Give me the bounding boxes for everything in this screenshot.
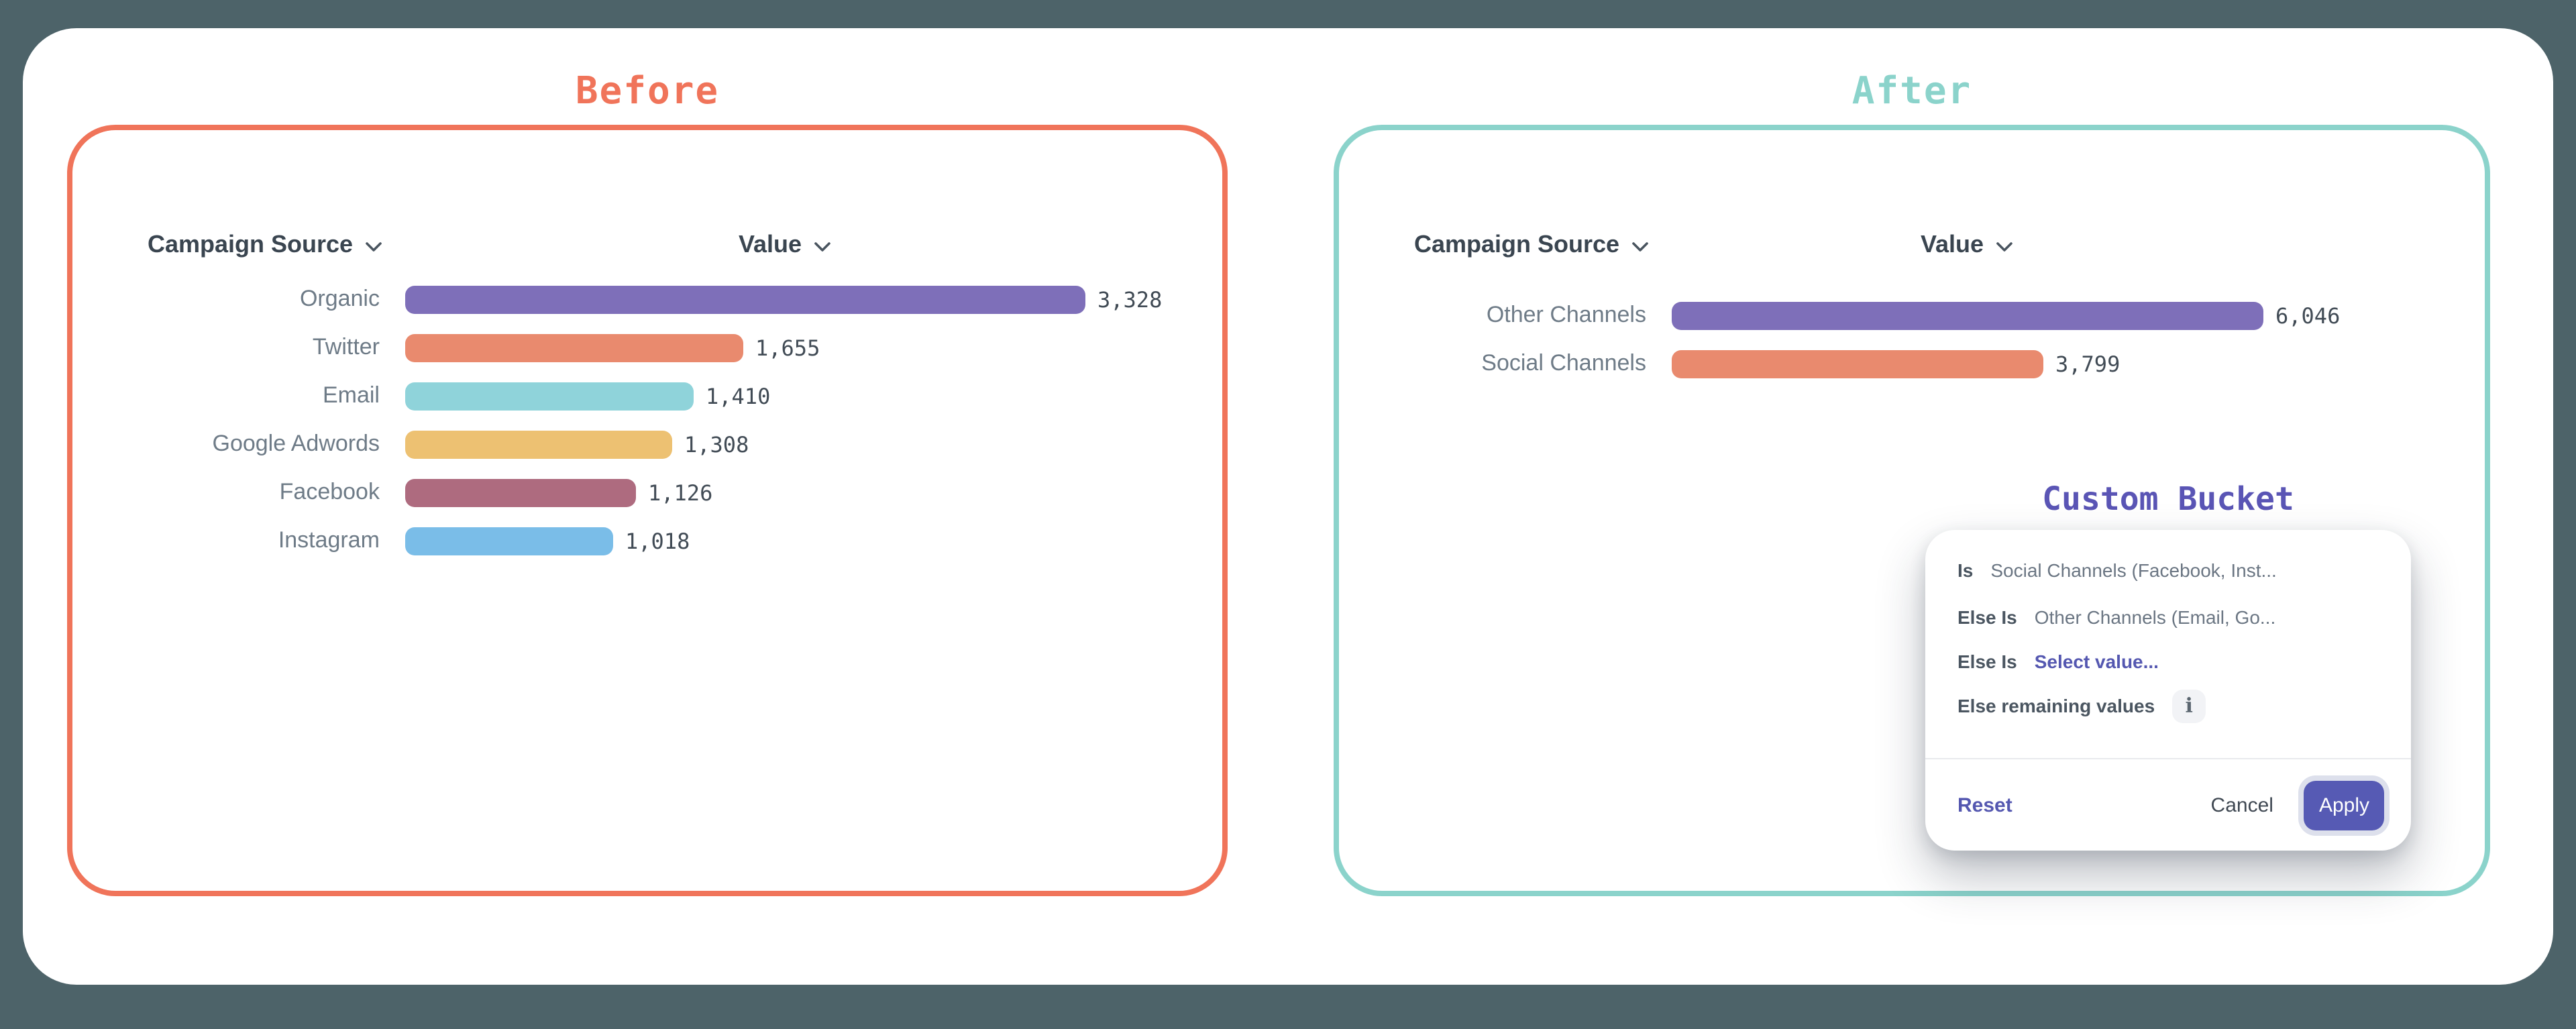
bar-value-twitter: 1,655 <box>755 335 820 360</box>
bar-organic[interactable] <box>405 285 1085 313</box>
comparison-card: Before After Campaign Source Value Organ… <box>23 28 2553 985</box>
custom-bucket-title: Custom Bucket <box>1925 480 2411 518</box>
bar-value-instagram: 1,018 <box>625 528 690 553</box>
row-label-facebook: Facebook <box>72 479 380 506</box>
apply-button[interactable]: Apply <box>2304 780 2384 830</box>
row-label-social-channels: Social Channels <box>1339 350 1646 377</box>
bar-social-channels[interactable] <box>1672 349 2043 378</box>
bucket-condition-row: Else Is Select value... <box>1957 645 2392 678</box>
row-label-other-channels: Other Channels <box>1339 302 1646 329</box>
bar-email[interactable] <box>405 382 694 410</box>
bar-facebook[interactable] <box>405 478 636 506</box>
bar-twitter[interactable] <box>405 333 743 362</box>
bar-area: 1,410 <box>405 382 770 410</box>
chevron-down-icon <box>814 241 831 252</box>
info-icon[interactable]: i <box>2172 689 2206 722</box>
bar-value-facebook: 1,126 <box>648 480 712 505</box>
row-label-twitter: Twitter <box>72 334 380 361</box>
row-label-email: Email <box>72 382 380 409</box>
table-row: Email 1,410 <box>72 372 1222 420</box>
custom-bucket-dialog: Is Social Channels (Facebook, Inst... El… <box>1925 530 2411 851</box>
bar-area: 1,126 <box>405 478 712 506</box>
condition-operator: Else Is <box>1957 651 2017 672</box>
after-measure-header[interactable]: Value <box>1921 231 2013 259</box>
bar-area: 1,655 <box>405 333 820 362</box>
bar-area: 3,799 <box>1672 349 2120 378</box>
bar-value-social-channels: 3,799 <box>2055 351 2120 376</box>
after-table-rows: Other Channels 6,046 Social Channels 3,799 <box>1339 291 2485 388</box>
condition-operator: Is <box>1957 559 1973 581</box>
before-measure-header[interactable]: Value <box>739 231 831 259</box>
table-row: Social Channels 3,799 <box>1339 339 2485 388</box>
condition-value[interactable]: Other Channels (Email, Go... <box>2035 606 2276 628</box>
after-title: After <box>1334 68 2490 113</box>
after-dimension-header-label: Campaign Source <box>1414 231 1619 259</box>
bar-value-organic: 3,328 <box>1097 286 1162 312</box>
before-title: Before <box>67 68 1228 113</box>
bar-area: 6,046 <box>1672 301 2340 329</box>
cancel-button[interactable]: Cancel <box>2211 794 2273 816</box>
bar-value-other-channels: 6,046 <box>2275 303 2340 328</box>
after-dimension-header[interactable]: Campaign Source <box>1414 231 1649 259</box>
stage: Before After Campaign Source Value Organ… <box>0 0 2576 1029</box>
bar-value-email: 1,410 <box>706 383 770 409</box>
chevron-down-icon <box>1631 241 1649 252</box>
table-row: Instagram 1,018 <box>72 517 1222 565</box>
table-row: Other Channels 6,046 <box>1339 291 2485 339</box>
bucket-condition-row: Is Social Channels (Facebook, Inst... <box>1957 554 2392 586</box>
table-row: Google Adwords 1,308 <box>72 420 1222 468</box>
dialog-footer: Reset Cancel Apply <box>1957 759 2384 851</box>
bar-instagram[interactable] <box>405 527 613 555</box>
bar-area: 1,308 <box>405 430 749 458</box>
condition-operator: Else remaining values <box>1957 695 2155 716</box>
row-label-organic: Organic <box>72 286 380 313</box>
select-value-link[interactable]: Select value... <box>2035 651 2159 672</box>
condition-value[interactable]: Social Channels (Facebook, Inst... <box>1990 559 2276 581</box>
before-dimension-header-label: Campaign Source <box>148 231 353 259</box>
bar-google-adwords[interactable] <box>405 430 672 458</box>
chevron-down-icon <box>365 241 382 252</box>
bucket-condition-row: Else remaining values i <box>1957 690 2392 722</box>
row-label-google-adwords: Google Adwords <box>72 431 380 457</box>
before-measure-header-label: Value <box>739 231 802 259</box>
before-dimension-header[interactable]: Campaign Source <box>148 231 382 259</box>
before-table-rows: Organic 3,328 Twitter 1,655 Email 1,410 Google… <box>72 275 1222 565</box>
bar-other-channels[interactable] <box>1672 301 2263 329</box>
bar-area: 3,328 <box>405 285 1162 313</box>
condition-operator: Else Is <box>1957 606 2017 628</box>
before-panel: Campaign Source Value Organic 3,328 Twitte… <box>67 125 1228 896</box>
reset-button[interactable]: Reset <box>1957 794 2012 816</box>
bar-area: 1,018 <box>405 527 690 555</box>
row-label-instagram: Instagram <box>72 527 380 554</box>
bar-value-google-adwords: 1,308 <box>684 431 749 457</box>
table-row: Facebook 1,126 <box>72 468 1222 517</box>
after-measure-header-label: Value <box>1921 231 1984 259</box>
table-row: Organic 3,328 <box>72 275 1222 323</box>
chevron-down-icon <box>1996 241 2013 252</box>
table-row: Twitter 1,655 <box>72 323 1222 372</box>
bucket-condition-row: Else Is Other Channels (Email, Go... <box>1957 601 2392 633</box>
